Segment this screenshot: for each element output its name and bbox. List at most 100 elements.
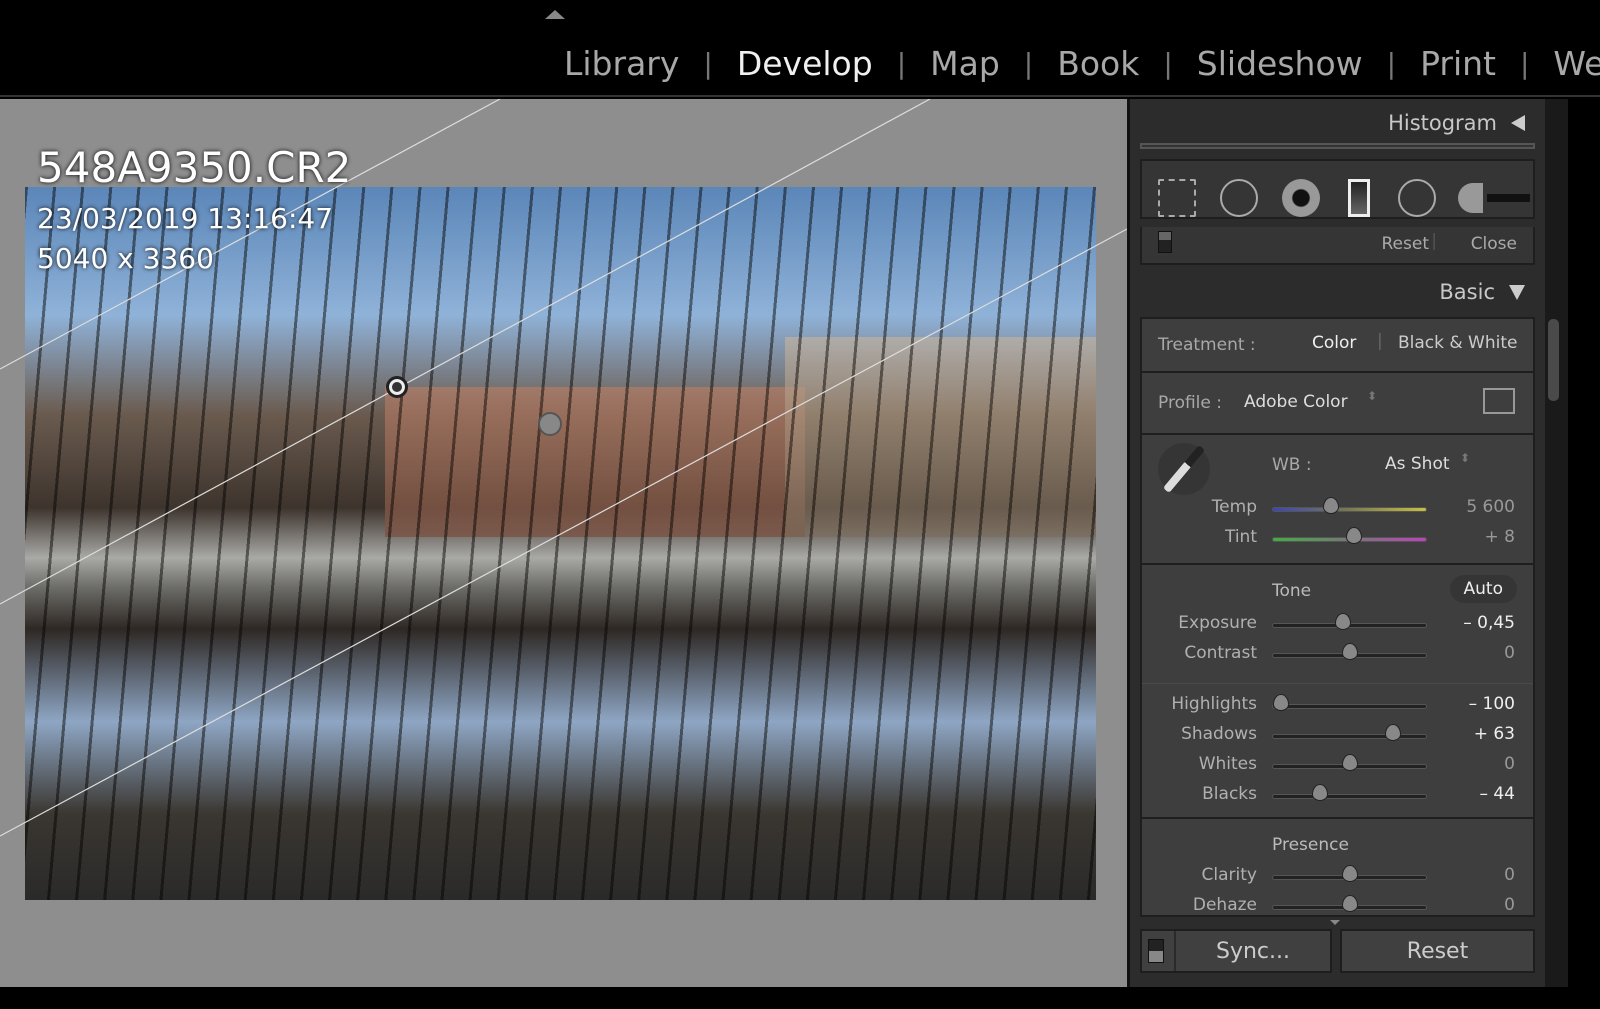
slider-label: Dehaze [1192, 895, 1257, 915]
slider-track[interactable] [1272, 704, 1427, 709]
slider-value[interactable]: – 44 [1479, 784, 1515, 804]
slider-value[interactable]: – 100 [1469, 694, 1515, 714]
scroll-down-icon[interactable] [1330, 920, 1340, 925]
slider-label: Contrast [1184, 643, 1257, 663]
reset-button[interactable]: Reset [1340, 929, 1535, 973]
module-tab-web[interactable]: Web [1549, 44, 1600, 83]
profile-label: Profile : [1158, 393, 1222, 413]
module-tab-slideshow[interactable]: Slideshow [1193, 44, 1367, 83]
profile-browser-grid-icon[interactable] [1483, 388, 1515, 414]
panel-scrollbar[interactable] [1545, 99, 1568, 987]
slider-whites: Whites 0 [1142, 750, 1537, 780]
histogram-title: Histogram [1388, 111, 1497, 135]
module-separator: | [1023, 47, 1034, 80]
slider-thumb[interactable] [1312, 784, 1329, 801]
slider-shadows: Shadows + 63 [1142, 720, 1537, 750]
slider-value[interactable]: 0 [1504, 895, 1515, 915]
auto-tone-button[interactable]: Auto [1449, 575, 1517, 603]
sync-label: Sync... [1215, 938, 1290, 964]
slider-label: Highlights [1171, 694, 1257, 714]
slider-value[interactable]: 5 600 [1466, 497, 1515, 517]
histogram-header[interactable]: Histogram [1388, 111, 1525, 135]
module-separator: | [703, 47, 713, 80]
module-tab-library[interactable]: Library [560, 44, 683, 83]
info-filename: 548A9350.CR2 [37, 143, 352, 192]
mask-close-button[interactable]: Close [1471, 234, 1517, 254]
sync-button[interactable]: Sync... [1140, 929, 1332, 973]
collapse-top-panel-icon[interactable] [545, 10, 565, 19]
treatment-row: Treatment : Color | Black & White [1140, 317, 1535, 373]
scrollbar-thumb[interactable] [1548, 319, 1559, 401]
divider [1142, 683, 1533, 684]
slider-value[interactable]: + 63 [1474, 724, 1515, 744]
tool-toggle-switch[interactable] [1158, 231, 1172, 253]
info-datetime: 23/03/2019 13:16:47 [37, 202, 334, 235]
slider-thumb[interactable] [1273, 694, 1290, 711]
divider: | [1377, 331, 1383, 351]
slider-clarity: Clarity 0 [1142, 861, 1533, 891]
slider-temp: Temp 5 600 [1142, 493, 1537, 523]
slider-thumb[interactable] [1384, 724, 1401, 741]
gradient-pin[interactable] [538, 412, 562, 436]
red-eye-icon[interactable] [1282, 179, 1320, 217]
profile-select[interactable]: Adobe Color [1244, 392, 1348, 412]
module-tab-print[interactable]: Print [1416, 44, 1500, 83]
histogram-collapsed [1140, 143, 1535, 149]
slider-thumb[interactable] [1341, 895, 1358, 912]
slider-value[interactable]: 0 [1504, 643, 1515, 663]
slider-track[interactable] [1272, 507, 1427, 512]
collapse-basic-icon[interactable] [1509, 284, 1525, 300]
wb-select[interactable]: As Shot [1385, 454, 1450, 474]
slider-label: Exposure [1178, 613, 1257, 633]
basic-header[interactable]: Basic [1439, 280, 1525, 304]
slider-track[interactable] [1272, 734, 1427, 739]
gradient-pin-active[interactable] [386, 376, 408, 398]
tone-title: Tone [1272, 581, 1312, 601]
expand-histogram-icon[interactable] [1511, 115, 1525, 131]
adjustment-brush-icon[interactable] [1458, 183, 1530, 213]
radial-filter-icon[interactable] [1398, 179, 1436, 217]
slider-thumb[interactable] [1335, 613, 1352, 630]
slider-label: Blacks [1202, 784, 1257, 804]
slider-thumb[interactable] [1341, 865, 1358, 882]
spot-removal-icon[interactable] [1220, 179, 1258, 217]
slider-value[interactable]: 0 [1504, 865, 1515, 885]
white-balance-section: WB : As Shot ⬍ Temp 5 600 Tint + 8 [1140, 433, 1535, 565]
graduated-filter-icon[interactable] [1348, 179, 1370, 217]
slider-thumb[interactable] [1341, 643, 1358, 660]
module-separator: | [896, 47, 907, 80]
slider-dehaze: Dehaze 0 [1142, 891, 1533, 915]
slider-label: Temp [1211, 497, 1257, 517]
module-picker: Library | Develop | Map | Book | Slideshow | Print… [560, 44, 1600, 83]
slider-value[interactable]: + 8 [1485, 527, 1515, 547]
slider-label: Whites [1198, 754, 1257, 774]
slider-label: Shadows [1181, 724, 1257, 744]
profile-row: Profile : Adobe Color ⬍ [1140, 371, 1535, 435]
treatment-label: Treatment : [1158, 335, 1256, 355]
slider-track[interactable] [1272, 794, 1427, 799]
module-tab-book[interactable]: Book [1053, 44, 1143, 83]
slider-label: Tint [1224, 527, 1257, 547]
module-tab-develop[interactable]: Develop [733, 44, 877, 83]
treatment-color[interactable]: Color [1312, 333, 1356, 353]
module-separator: | [1386, 47, 1397, 80]
wb-label: WB : [1272, 455, 1312, 475]
slider-blacks: Blacks – 44 [1142, 780, 1537, 810]
mask-reset-button[interactable]: Reset [1382, 234, 1430, 254]
crop-overlay-icon[interactable] [1158, 179, 1196, 217]
treatment-bw[interactable]: Black & White [1398, 333, 1518, 353]
slider-thumb[interactable] [1322, 497, 1339, 514]
wb-eyedropper-icon[interactable] [1158, 443, 1210, 495]
module-tab-map[interactable]: Map [926, 44, 1004, 83]
slider-thumb[interactable] [1341, 754, 1358, 771]
slider-value[interactable]: – 0,45 [1463, 613, 1515, 633]
select-arrows-icon: ⬍ [1460, 451, 1471, 465]
module-separator: | [1163, 47, 1173, 80]
auto-sync-toggle-icon[interactable] [1148, 939, 1164, 963]
select-arrows-icon: ⬍ [1367, 389, 1378, 403]
presence-section: Presence Clarity 0 Dehaze 0 [1140, 817, 1535, 917]
slider-contrast: Contrast 0 [1142, 639, 1537, 669]
image-canvas[interactable]: 548A9350.CR2 23/03/2019 13:16:47 5040 x … [0, 99, 1127, 987]
slider-value[interactable]: 0 [1504, 754, 1515, 774]
slider-thumb[interactable] [1346, 527, 1363, 544]
